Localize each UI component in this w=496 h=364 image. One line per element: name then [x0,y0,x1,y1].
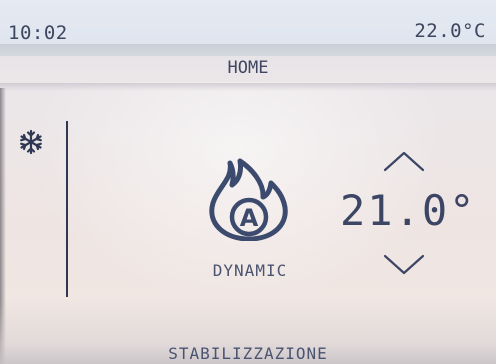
flame-outline-icon: A [209,158,288,242]
page-title: HOME [227,58,269,78]
level-indicator-bar [66,121,68,297]
chevron-down-icon[interactable] [380,252,428,278]
external-temperature: 22.0°C [414,20,486,42]
chevron-up-icon[interactable] [380,148,428,174]
program-label: DYNAMIC [212,261,288,280]
status-bar-divider [0,44,496,56]
status-message: STABILIZZAZIONE [168,344,328,363]
title-divider [0,83,496,91]
thermostat-screen: 10:02 22.0°C HOME A DYNAMIC 21.0° STABIL… [0,0,496,364]
clock: 10:02 [8,22,68,44]
temperature-setpoint: 21.0° [340,186,477,235]
program-letter: A [240,204,259,232]
status-bar: 10:02 22.0°C [0,0,496,44]
snowflake-icon[interactable] [18,129,44,155]
flame-auto-icon[interactable]: A [204,157,294,242]
